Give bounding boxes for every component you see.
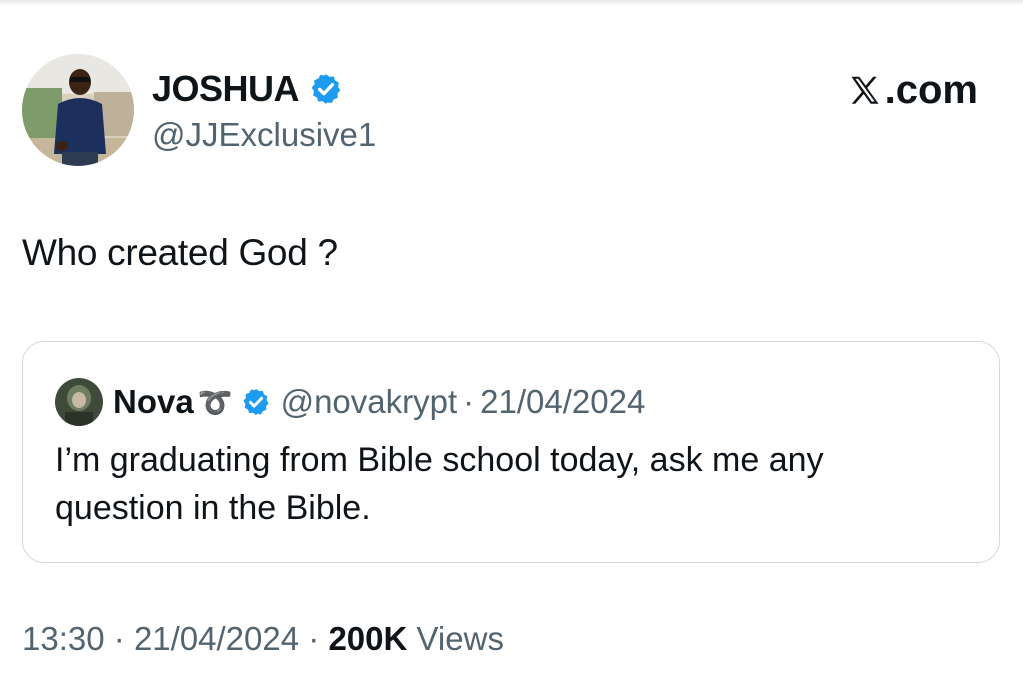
x-logo-icon [851, 76, 879, 104]
verified-badge-icon [311, 74, 341, 104]
brand-label: .com [884, 68, 978, 112]
quoted-tweet-text: I’m graduating from Bible school today, … [55, 441, 824, 527]
views-label: Views [416, 620, 504, 657]
tweet-meta: 13:30 · 21/04/2024 · 200K Views [22, 620, 504, 658]
meta-separator: · [308, 620, 320, 657]
quoted-verified-badge-icon [242, 388, 269, 416]
tweet-date[interactable]: 21/04/2024 [134, 620, 299, 657]
author-handle[interactable]: @JJExclusive1 [152, 116, 376, 154]
meta-separator: · [113, 620, 125, 657]
tweet-text: Who created God ? [22, 232, 338, 273]
quoted-avatar-photo-icon [55, 378, 103, 426]
author-name[interactable]: JOSHUA [152, 68, 300, 110]
tweet-header: JOSHUA @JJExclusive1 .com [22, 54, 1002, 166]
quoted-separator: · [463, 383, 475, 420]
author-avatar[interactable] [22, 54, 134, 166]
quoted-author-avatar[interactable] [55, 378, 103, 426]
quoted-author-name[interactable]: Nova [113, 383, 194, 421]
quoted-author-handle[interactable]: @novakrypt [281, 383, 458, 421]
author-name-row: JOSHUA [152, 68, 343, 110]
views-count: 200K [328, 620, 408, 657]
top-edge-shadow [0, 0, 1023, 6]
avatar-photo-icon [22, 54, 134, 166]
tweet-time[interactable]: 13:30 [22, 620, 105, 657]
quoted-tweet-header: Nova ➰ @novakrypt · 21/04/2024 [55, 378, 645, 426]
quoted-date[interactable]: 21/04/2024 [480, 383, 645, 421]
brand-watermark: .com [847, 68, 978, 113]
quoted-tweet-card[interactable]: Nova ➰ @novakrypt · 21/04/2024 I’m gradu… [22, 341, 1000, 563]
curly-loop-emoji: ➰ [197, 386, 233, 418]
